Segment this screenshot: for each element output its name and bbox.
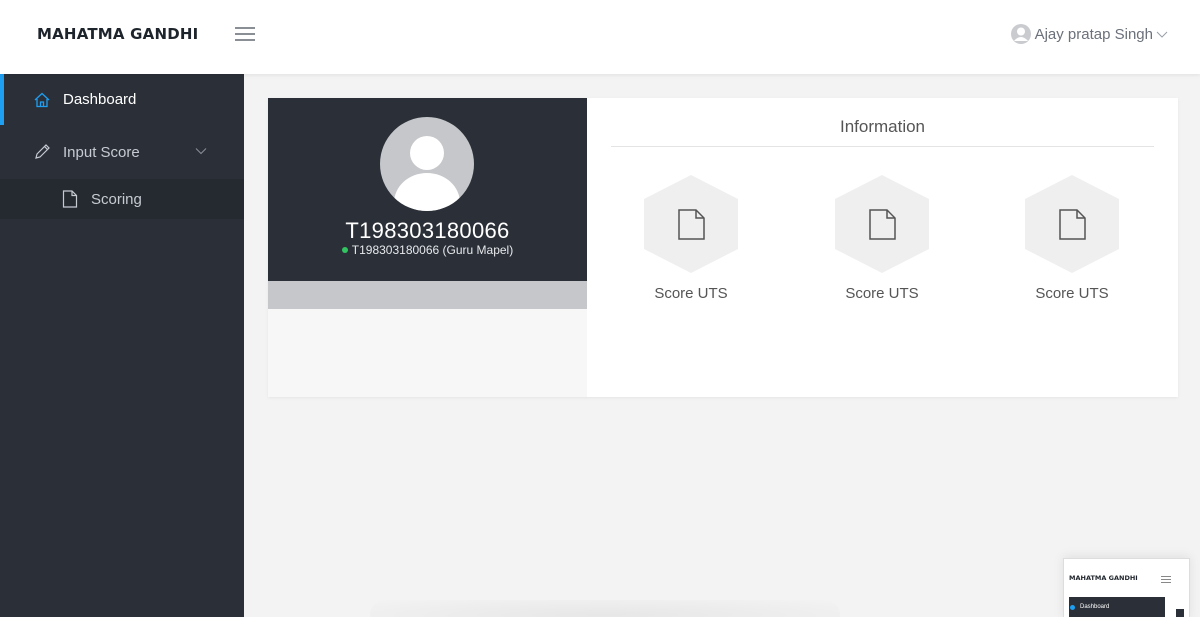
- sidebar-subitem-scoring[interactable]: Scoring: [0, 179, 244, 219]
- sidebar: Dashboard Input Score Scoring: [0, 74, 244, 617]
- tile-label: Score UTS: [1035, 285, 1109, 302]
- sidebar-item-label: Dashboard: [63, 91, 137, 108]
- profile-status-text: T198303180066 (Guru Mapel): [351, 243, 514, 257]
- tile-label: Score UTS: [654, 285, 728, 302]
- profile-header: T198303180066 T198303180066 (Guru Mapel): [268, 98, 587, 281]
- home-icon: [34, 92, 50, 107]
- top-navbar: MAHATMA GANDHI Ajay pratap Singh: [0, 0, 1200, 74]
- thumbnail-sidebar: Dashboard: [1069, 597, 1165, 617]
- score-uts-tile[interactable]: Score UTS: [643, 174, 739, 302]
- thumbnail-brand: MAHATMA GANDHI: [1069, 574, 1138, 582]
- thumbnail-block: [1176, 609, 1184, 617]
- pencil-icon: [35, 144, 50, 159]
- sidebar-item-dashboard[interactable]: Dashboard: [0, 74, 244, 125]
- sidebar-item-label: Input Score: [63, 143, 140, 161]
- file-icon: [62, 190, 78, 208]
- user-name: Ajay pratap Singh: [1034, 25, 1153, 43]
- score-uts-tile[interactable]: Score UTS: [834, 174, 930, 302]
- page-preview-thumbnail[interactable]: MAHATMA GANDHI Dashboard: [1063, 558, 1190, 617]
- sidebar-subitem-label: Scoring: [91, 190, 142, 208]
- sidebar-item-input-score[interactable]: Input Score: [0, 125, 244, 179]
- hexagon-file-icon: [835, 175, 929, 273]
- user-menu[interactable]: Ajay pratap Singh: [1010, 24, 1168, 44]
- user-avatar-icon: [1010, 24, 1031, 44]
- dashboard-card: T198303180066 T198303180066 (Guru Mapel)…: [268, 98, 1178, 397]
- chevron-down-icon: [1156, 31, 1168, 38]
- tile-label: Score UTS: [845, 285, 919, 302]
- online-status-dot: [341, 247, 348, 253]
- profile-strip: [268, 281, 587, 309]
- chevron-down-icon: [195, 148, 207, 155]
- profile-panel: T198303180066 T198303180066 (Guru Mapel): [268, 98, 587, 397]
- thumbnail-item: Dashboard: [1080, 604, 1110, 610]
- profile-id: T198303180066: [345, 218, 510, 243]
- profile-avatar-icon: [380, 117, 474, 211]
- brand-logo-text[interactable]: MAHATMA GANDHI: [37, 25, 198, 43]
- profile-status: T198303180066 (Guru Mapel): [268, 243, 587, 257]
- information-divider: [611, 146, 1154, 147]
- information-title: Information: [839, 117, 926, 136]
- score-uts-tile[interactable]: Score UTS: [1024, 174, 1120, 302]
- background-shadow: [370, 600, 840, 617]
- hexagon-file-icon: [644, 175, 738, 273]
- thumbnail-hamburger-icon: [1161, 576, 1171, 583]
- thumbnail-home-icon: [1070, 605, 1075, 610]
- hexagon-file-icon: [1025, 175, 1119, 273]
- hamburger-icon[interactable]: [235, 26, 255, 42]
